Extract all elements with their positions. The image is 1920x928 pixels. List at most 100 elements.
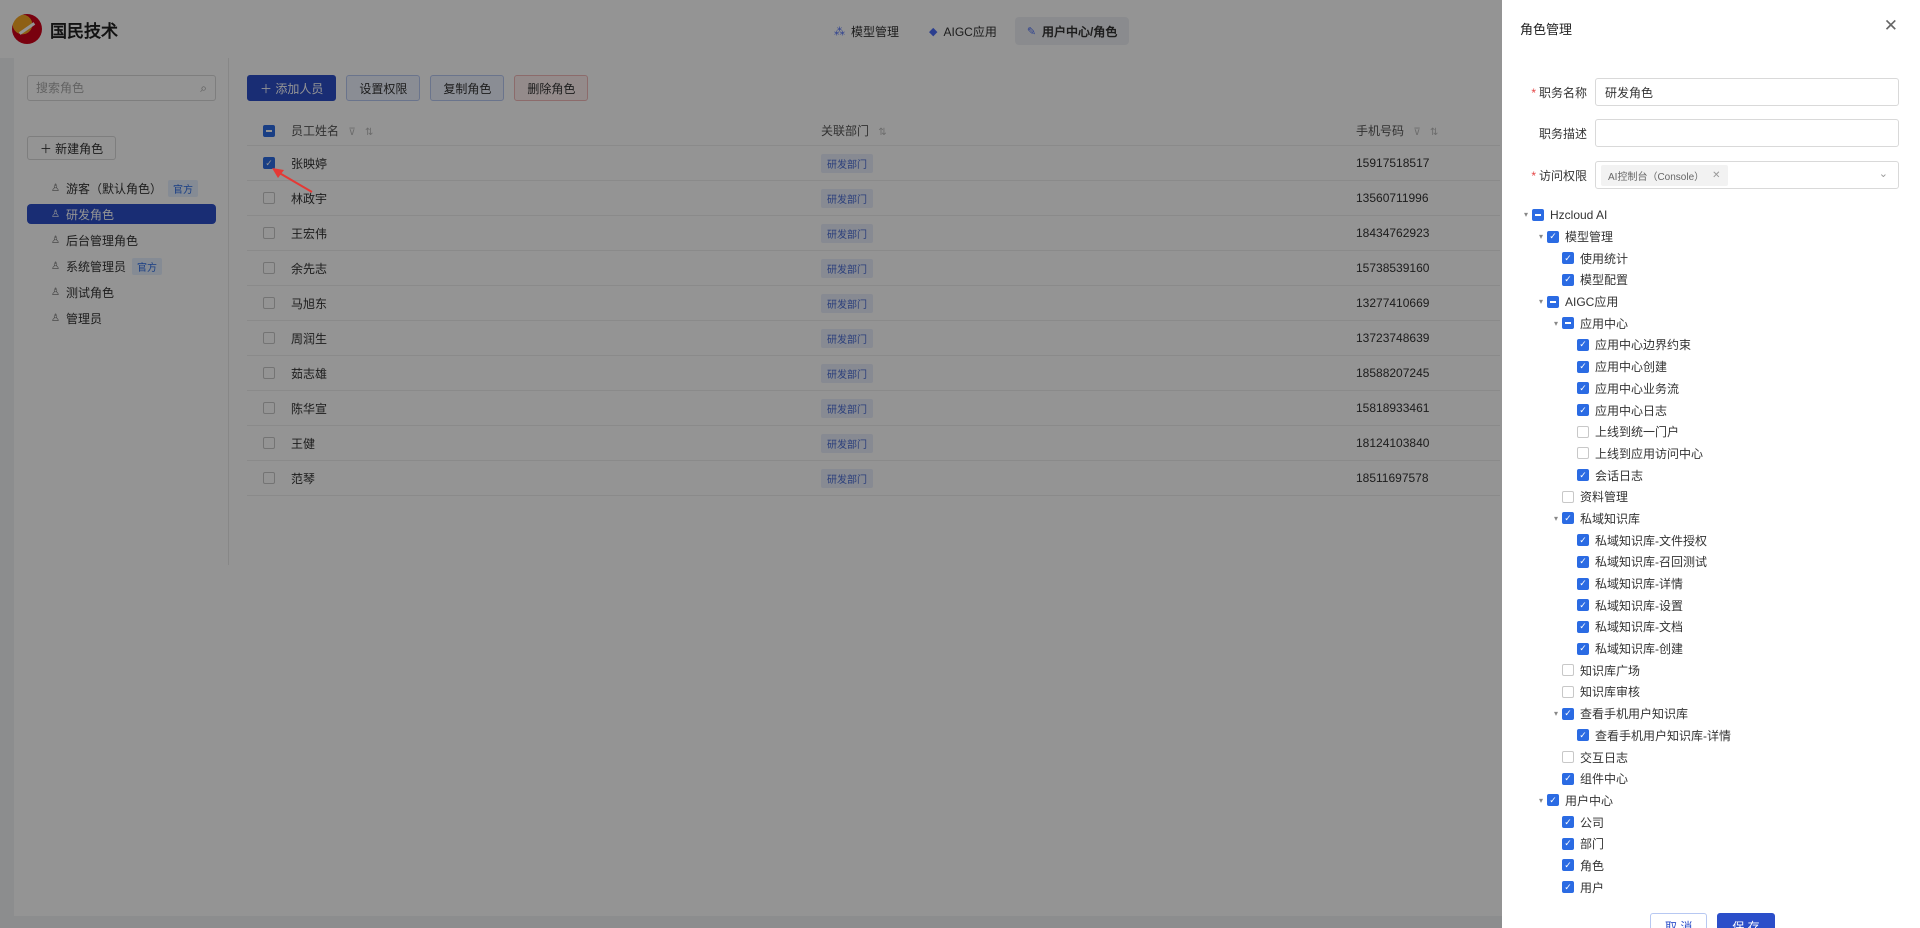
tree-node[interactable]: ✓ 会话日志: [1520, 464, 1900, 486]
tree-checkbox[interactable]: ✓: [1577, 729, 1589, 742]
tree-node[interactable]: ✓ 应用中心边界约束: [1520, 334, 1900, 356]
chevron-down-icon[interactable]: ⌄: [1879, 167, 1888, 180]
tree-node-label: 应用中心创建: [1595, 360, 1668, 375]
tree-node[interactable]: ▾ AIGC应用: [1520, 291, 1900, 313]
tree-node-label: 私域知识库-创建: [1595, 642, 1683, 657]
tree-checkbox[interactable]: [1562, 751, 1574, 764]
tree-node[interactable]: 知识库审核: [1520, 681, 1900, 703]
tree-node[interactable]: ▾ 应用中心: [1520, 312, 1900, 334]
role-name-input[interactable]: [1595, 78, 1899, 106]
tree-checkbox[interactable]: ✓: [1562, 816, 1574, 829]
drawer-footer: 取 消 保 存: [1650, 913, 1775, 928]
tree-node-label: AIGC应用: [1565, 295, 1619, 310]
tree-checkbox[interactable]: ✓: [1562, 881, 1574, 894]
tree-node-label: 应用中心: [1580, 316, 1629, 331]
save-button[interactable]: 保 存: [1717, 913, 1775, 928]
close-icon[interactable]: ✕: [1884, 16, 1898, 36]
tree-checkbox[interactable]: ✓: [1547, 794, 1559, 807]
caret-down-icon[interactable]: ▾: [1535, 232, 1547, 241]
tree-node[interactable]: ✓ 公司: [1520, 811, 1900, 833]
tree-checkbox[interactable]: ✓: [1577, 360, 1589, 373]
tree-checkbox[interactable]: ✓: [1577, 469, 1589, 482]
caret-down-icon[interactable]: ▾: [1550, 514, 1562, 523]
tree-checkbox[interactable]: ✓: [1562, 837, 1574, 850]
tree-node-label: 上线到统一门户: [1595, 425, 1680, 440]
tree-checkbox[interactable]: ✓: [1562, 273, 1574, 286]
tree-checkbox[interactable]: ✓: [1562, 252, 1574, 265]
tree-node[interactable]: ✓ 部门: [1520, 833, 1900, 855]
access-label: * 访问权限: [1531, 168, 1587, 183]
role-desc-label: 职务描述: [1538, 126, 1587, 141]
remove-chip-icon[interactable]: ✕: [1712, 170, 1720, 181]
tree-checkbox[interactable]: [1562, 317, 1574, 330]
tree-checkbox[interactable]: [1562, 685, 1574, 698]
tree-checkbox[interactable]: ✓: [1562, 512, 1574, 525]
tree-node-label: 私域知识库-召回测试: [1595, 555, 1707, 570]
access-select[interactable]: AI控制台（Console） ✕ ⌄: [1595, 161, 1899, 189]
tree-checkbox[interactable]: ✓: [1577, 620, 1589, 633]
tree-node[interactable]: 知识库广场: [1520, 659, 1900, 681]
tree-node-label: 部门: [1580, 837, 1605, 852]
caret-down-icon[interactable]: ▾: [1550, 319, 1562, 328]
tree-node-label: 用户中心: [1565, 793, 1614, 808]
tree-checkbox[interactable]: ✓: [1547, 230, 1559, 243]
tree-node-label: 角色: [1580, 858, 1605, 873]
tree-node[interactable]: ▾ ✓ 查看手机用户知识库: [1520, 703, 1900, 725]
tree-node[interactable]: ✓ 查看手机用户知识库-详情: [1520, 725, 1900, 747]
tree-checkbox[interactable]: [1547, 295, 1559, 308]
tree-node[interactable]: 资料管理: [1520, 486, 1900, 508]
caret-down-icon[interactable]: ▾: [1550, 709, 1562, 718]
caret-down-icon[interactable]: ▾: [1520, 210, 1532, 219]
tree-node-label: 用户: [1580, 880, 1605, 895]
tree-node-label: 上线到应用访问中心: [1595, 446, 1704, 461]
tree-node-label: 知识库广场: [1580, 663, 1641, 678]
tree-node[interactable]: ▾ ✓ 私域知识库: [1520, 508, 1900, 530]
role-management-drawer: 角色管理 ✕ *职务名称 职务描述 *访问权限 AI控制台（Console） ✕…: [1502, 0, 1920, 928]
tree-node[interactable]: ✓ 私域知识库-文件授权: [1520, 529, 1900, 551]
tree-node[interactable]: 交互日志: [1520, 746, 1900, 768]
tree-checkbox[interactable]: ✓: [1577, 338, 1589, 351]
tree-checkbox[interactable]: ✓: [1577, 534, 1589, 547]
tree-node-label: 应用中心边界约束: [1595, 338, 1692, 353]
caret-down-icon[interactable]: ▾: [1535, 297, 1547, 306]
caret-down-icon[interactable]: ▾: [1535, 796, 1547, 805]
tree-node[interactable]: ▾ ✓ 模型管理: [1520, 226, 1900, 248]
tree-node[interactable]: ✓ 组件中心: [1520, 768, 1900, 790]
tree-checkbox[interactable]: ✓: [1577, 642, 1589, 655]
tree-node[interactable]: ✓ 私域知识库-文档: [1520, 616, 1900, 638]
tree-node-label: 应用中心业务流: [1595, 381, 1680, 396]
tree-node[interactable]: ✓ 应用中心日志: [1520, 399, 1900, 421]
tree-checkbox[interactable]: ✓: [1562, 707, 1574, 720]
tree-checkbox[interactable]: ✓: [1577, 382, 1589, 395]
tree-node-label: 私域知识库-设置: [1595, 598, 1683, 613]
tree-node[interactable]: ✓ 私域知识库-设置: [1520, 594, 1900, 616]
tree-node[interactable]: 上线到统一门户: [1520, 421, 1900, 443]
modal-overlay[interactable]: [0, 0, 1502, 928]
tree-node[interactable]: ✓ 模型配置: [1520, 269, 1900, 291]
tree-checkbox[interactable]: ✓: [1577, 599, 1589, 612]
tree-checkbox[interactable]: ✓: [1562, 772, 1574, 785]
tree-node[interactable]: ✓ 应用中心创建: [1520, 356, 1900, 378]
role-desc-input[interactable]: [1595, 119, 1899, 147]
tree-node[interactable]: ✓ 用户: [1520, 876, 1900, 898]
tree-node[interactable]: ✓ 使用统计: [1520, 247, 1900, 269]
tree-node[interactable]: ▾ Hzcloud AI: [1520, 204, 1900, 226]
tree-checkbox[interactable]: ✓: [1577, 555, 1589, 568]
tree-node[interactable]: 上线到应用访问中心: [1520, 443, 1900, 465]
tree-checkbox[interactable]: [1532, 208, 1544, 221]
tree-checkbox[interactable]: ✓: [1577, 404, 1589, 417]
tree-node-label: 私域知识库-文档: [1595, 620, 1683, 635]
tree-node[interactable]: ✓ 私域知识库-详情: [1520, 573, 1900, 595]
tree-node[interactable]: ✓ 应用中心业务流: [1520, 378, 1900, 400]
tree-node[interactable]: ✓ 角色: [1520, 855, 1900, 877]
tree-node[interactable]: ✓ 私域知识库-创建: [1520, 638, 1900, 660]
tree-node[interactable]: ▾ ✓ 用户中心: [1520, 790, 1900, 812]
tree-checkbox[interactable]: [1562, 664, 1574, 677]
tree-checkbox[interactable]: ✓: [1577, 577, 1589, 590]
tree-checkbox[interactable]: ✓: [1562, 859, 1574, 872]
tree-node[interactable]: ✓ 私域知识库-召回测试: [1520, 551, 1900, 573]
tree-checkbox[interactable]: [1562, 490, 1574, 503]
cancel-button[interactable]: 取 消: [1650, 913, 1708, 928]
tree-checkbox[interactable]: [1577, 425, 1589, 438]
tree-checkbox[interactable]: [1577, 447, 1589, 460]
